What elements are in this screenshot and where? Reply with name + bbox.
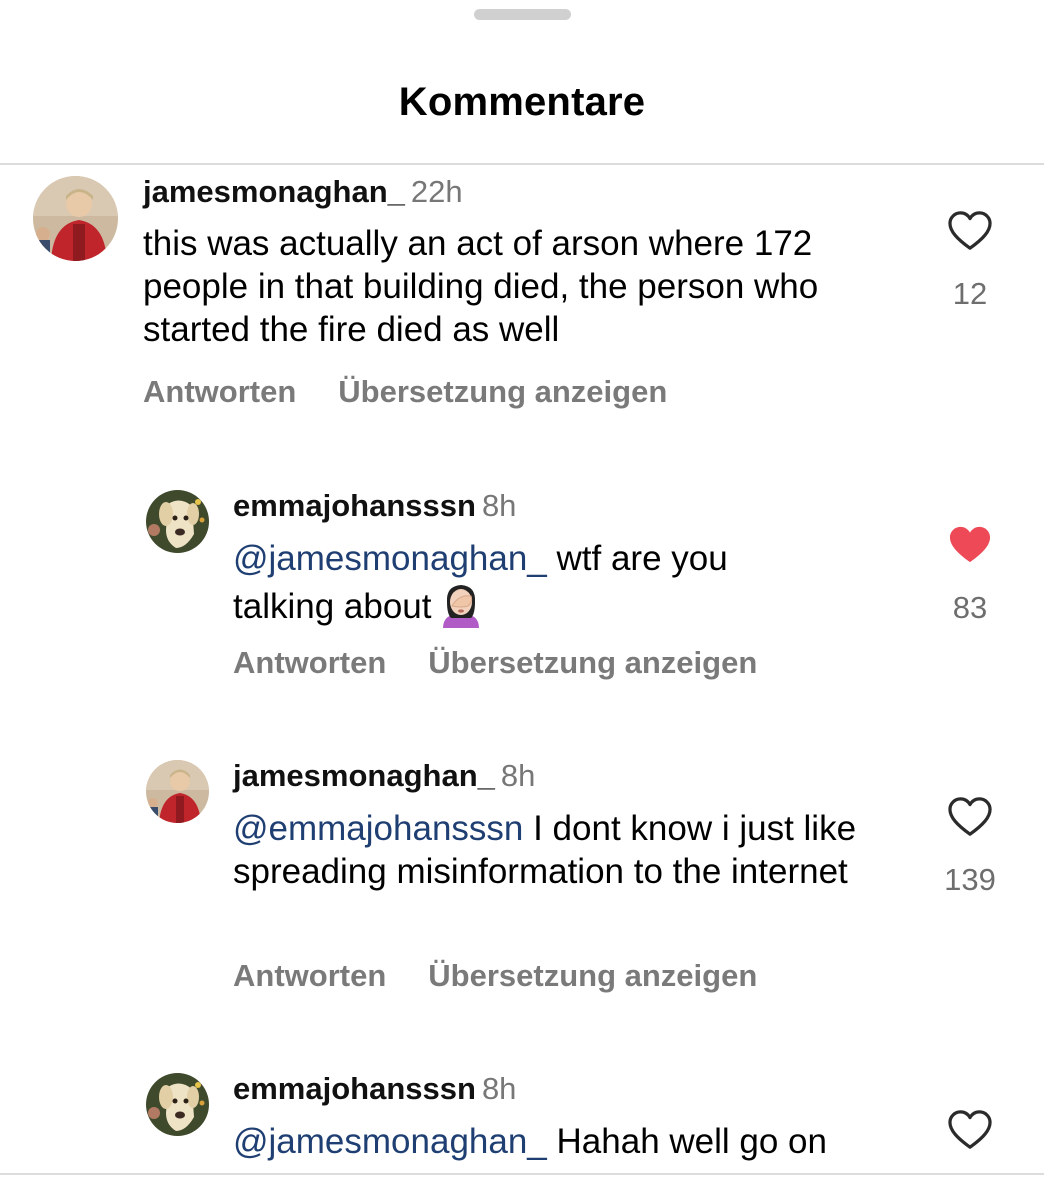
comments-sheet: Kommentare jamesmonaghan_ 22h this was ac…: [0, 0, 1044, 1200]
sheet-grabber-handle[interactable]: [474, 9, 571, 20]
reply-button[interactable]: Antworten: [233, 958, 386, 993]
comment-username[interactable]: emmajohansssn: [233, 1071, 476, 1106]
show-translation-button[interactable]: Übersetzung anzeigen: [428, 958, 757, 993]
show-translation-button[interactable]: Übersetzung anzeigen: [338, 374, 667, 409]
heart-outline-icon[interactable]: [947, 210, 993, 252]
comment-username[interactable]: emmajohansssn: [233, 488, 476, 523]
avatar[interactable]: [33, 176, 118, 261]
comment-time: 8h: [481, 488, 517, 523]
comment-text: @emmajohansssn I dont know i just like s…: [233, 807, 873, 893]
like-control: [940, 1109, 1000, 1151]
heart-outline-icon[interactable]: [947, 1109, 993, 1151]
comment-mention-link[interactable]: @jamesmonaghan_: [233, 1122, 547, 1161]
composer-divider: [0, 1173, 1044, 1175]
avatar[interactable]: [146, 490, 209, 553]
comment-text: @jamesmonaghan_ Hahah well go on: [233, 1120, 913, 1163]
like-count: 83: [952, 590, 988, 625]
comment-username[interactable]: jamesmonaghan_: [233, 758, 495, 793]
reply-button[interactable]: Antworten: [233, 645, 386, 680]
heart-filled-icon[interactable]: [947, 524, 993, 566]
comment-time: 8h: [481, 1071, 517, 1106]
comment-text: this was actually an act of arson where …: [143, 222, 863, 351]
like-count: 139: [944, 862, 996, 897]
like-control: 12: [940, 210, 1000, 312]
comment-mention-link[interactable]: @jamesmonaghan_: [233, 539, 547, 578]
header-divider: [0, 163, 1044, 165]
reply-button[interactable]: Antworten: [143, 374, 296, 409]
like-count: 12: [952, 276, 988, 311]
like-control: 83: [940, 524, 1000, 626]
comment-username[interactable]: jamesmonaghan_: [143, 174, 405, 209]
avatar-james-image: [33, 176, 118, 261]
avatar[interactable]: [146, 760, 209, 823]
sheet-title: Kommentare: [398, 80, 646, 124]
heart-outline-icon[interactable]: [947, 796, 993, 838]
like-control: 139: [940, 796, 1000, 898]
woman-facepalming-emoji-icon: [437, 580, 485, 628]
comment-text: @jamesmonaghan_ wtf are you talking abou…: [233, 537, 833, 628]
comment-time: 8h: [500, 758, 536, 793]
avatar[interactable]: [146, 1073, 209, 1136]
show-translation-button[interactable]: Übersetzung anzeigen: [428, 645, 757, 680]
comment-mention-link[interactable]: @emmajohansssn: [233, 809, 523, 848]
avatar-james-image: [146, 760, 209, 823]
avatar-emma-image: [146, 490, 209, 553]
comment-body: this was actually an act of arson where …: [143, 224, 819, 349]
comment-time: 22h: [410, 174, 463, 209]
comment-body: Hahah well go on: [556, 1122, 827, 1161]
avatar-emma-image: [146, 1073, 209, 1136]
